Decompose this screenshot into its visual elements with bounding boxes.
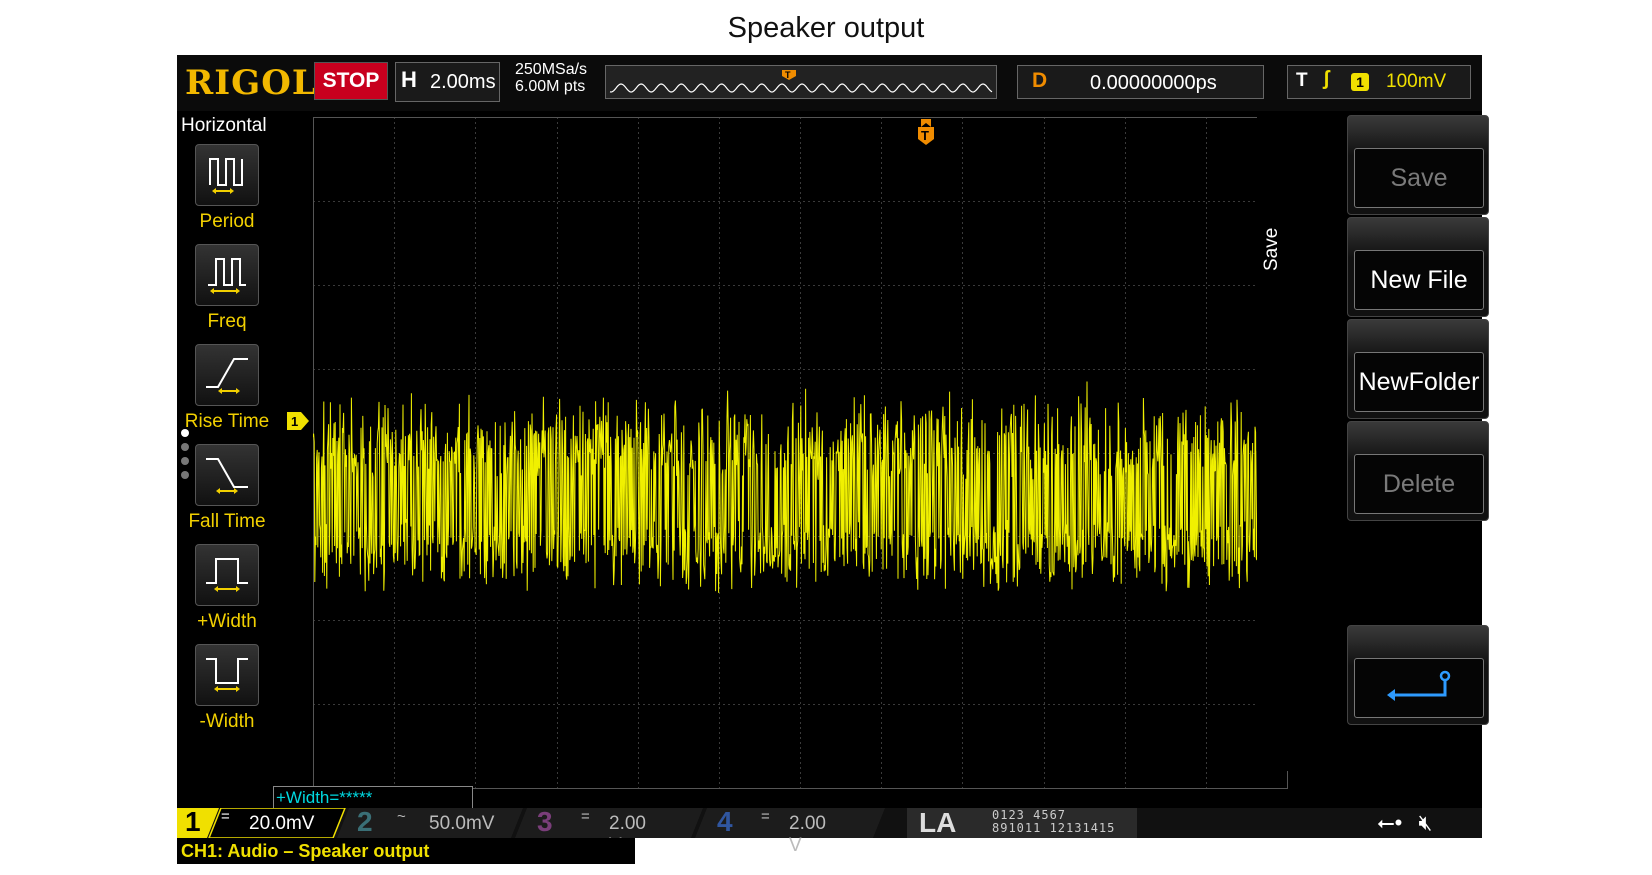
horizontal-timebase[interactable]: H 2.00ms [395, 62, 500, 102]
la-label: LA [919, 807, 957, 838]
measure-freq[interactable]: Freq [177, 244, 277, 333]
rising-edge-icon: ʃ [1323, 68, 1330, 90]
sample-rate: 250MSa/s [515, 61, 588, 78]
channel-4-number: 4 [717, 806, 733, 837]
horizontal-delay[interactable]: D 0.00000000ps [1017, 65, 1264, 99]
trigger-position-marker[interactable]: T [917, 119, 935, 145]
channel-3-coupling: = [581, 808, 590, 825]
speaker-mute-icon[interactable]: 🔇︎ [1418, 810, 1432, 835]
waveform-display [312, 117, 1288, 789]
measure-negative-width[interactable]: -Width [177, 644, 277, 733]
rise-time-icon [195, 344, 259, 406]
menu-title: Horizontal [181, 115, 267, 136]
timebase-value: 2.00ms [430, 71, 496, 93]
channel-4-coupling: = [761, 808, 770, 825]
channel-2-number: 2 [357, 806, 373, 837]
channel-4-scale: 2.00 V [789, 813, 826, 856]
new-folder-button[interactable]: NewFolder [1347, 319, 1489, 419]
save-menu-tab: Save [1259, 171, 1289, 351]
fall-time-icon [195, 444, 259, 506]
save-button-label: Save [1354, 148, 1484, 208]
channel-1-scale: 20.0mV [249, 813, 315, 834]
waveform-grid[interactable]: T [312, 117, 1288, 789]
run-stop-indicator[interactable]: STOP [314, 62, 388, 100]
horizontal-label: H [401, 67, 417, 92]
measurement-readout: +Width=***** [273, 786, 473, 808]
system-status-icons: ⭠• 🔇︎ [1377, 810, 1432, 836]
period-icon [195, 144, 259, 206]
negative-width-icon [195, 644, 259, 706]
channel-marker-label: 1 [291, 414, 298, 429]
new-file-button-label: New File [1354, 250, 1484, 310]
oscilloscope-screen: RIGOL STOP H 2.00ms 250MSa/s 6.00M pts T… [177, 55, 1489, 856]
measure-label: Rise Time [184, 411, 270, 432]
measure-label: Fall Time [188, 511, 266, 532]
page-title: Speaker output [727, 12, 925, 44]
memory-depth: 6.00M pts [515, 78, 586, 95]
channel-2-scale: 50.0mV [429, 813, 495, 834]
measure-label: Period [199, 211, 255, 232]
channel-1-offset-marker[interactable]: 1 [287, 412, 309, 430]
measure-period[interactable]: Period [177, 144, 277, 233]
trigger-level: 100mV [1386, 71, 1447, 92]
trigger-position-icon: T [782, 70, 796, 80]
usb-icon: ⭠• [1377, 810, 1403, 835]
trigger-source: 1 [1351, 73, 1369, 91]
return-arrow-icon [1354, 658, 1484, 718]
save-menu: Save Save New File NewFolder Delete [1257, 111, 1489, 771]
save-button[interactable]: Save [1347, 115, 1489, 215]
la-channels: 0123 4567 891011 12131415 [992, 809, 1115, 835]
freq-icon [195, 244, 259, 306]
trigger-settings[interactable]: T ʃ 1 100mV [1287, 65, 1471, 99]
new-folder-button-label: NewFolder [1354, 352, 1484, 412]
rigol-logo: RIGOL [185, 63, 317, 103]
delete-button[interactable]: Delete [1347, 421, 1489, 521]
figure-caption: CH1: Audio – Speaker output [177, 838, 635, 864]
channel-status-bar: 1 = 20.0mV 2 ~ 50.0mV 3 = 2.00 V 4 = 2.0… [177, 806, 1482, 856]
svg-text:T: T [785, 70, 791, 80]
horizontal-measure-menu: Horizontal Period Freq Rise Time Fall Ti… [177, 111, 277, 771]
svg-text:T: T [921, 128, 929, 143]
acquisition-info: 250MSa/s 6.00M pts [515, 61, 587, 95]
measure-label: Freq [207, 311, 247, 332]
channel-1-coupling: = [221, 808, 230, 825]
channel-1-number: 1 [185, 806, 201, 837]
positive-width-icon [195, 544, 259, 606]
channel-1-trace [312, 381, 1285, 593]
measure-positive-width[interactable]: +Width [177, 544, 277, 633]
trigger-label: T [1296, 70, 1308, 91]
delay-label: D [1032, 69, 1048, 92]
measure-rise-time[interactable]: Rise Time [177, 344, 277, 433]
memory-overview[interactable]: T [605, 65, 997, 99]
delay-value: 0.00000000ps [1090, 72, 1217, 94]
memory-waveform-preview: T [609, 70, 993, 93]
logic-analyzer-status[interactable]: LA 0123 4567 891011 12131415 [907, 807, 1137, 838]
back-button[interactable] [1347, 625, 1489, 725]
top-status-bar: RIGOL STOP H 2.00ms 250MSa/s 6.00M pts T… [177, 55, 1482, 111]
new-file-button[interactable]: New File [1347, 217, 1489, 317]
measure-label: +Width [197, 611, 257, 632]
delete-button-label: Delete [1354, 454, 1484, 514]
channel-3-number: 3 [537, 806, 553, 837]
save-menu-title: Save [1261, 227, 1282, 271]
measure-fall-time[interactable]: Fall Time [177, 444, 277, 533]
la-channels-bottom: 891011 12131415 [992, 821, 1116, 835]
measure-label: -Width [199, 711, 255, 732]
channel-2-coupling: ~ [397, 808, 406, 825]
